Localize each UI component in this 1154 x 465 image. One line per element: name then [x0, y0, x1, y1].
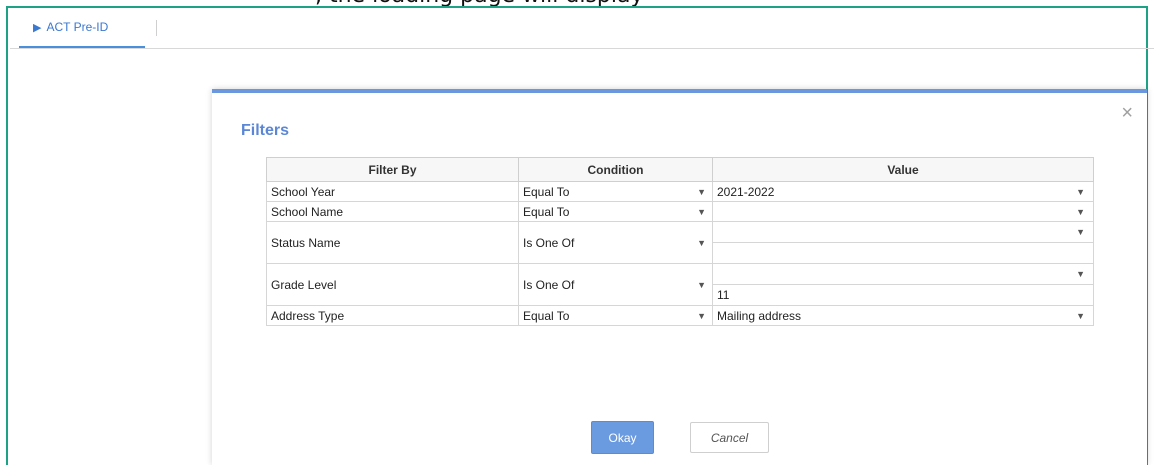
table-header-row: Filter By Condition Value [266, 157, 1094, 182]
condition-select[interactable]: Equal To ▼ [518, 201, 713, 222]
condition-value: Is One Of [523, 235, 575, 250]
caret-down-icon[interactable]: ▼ [697, 279, 706, 291]
cancel-button[interactable]: Cancel [690, 422, 769, 453]
condition-select[interactable]: Equal To ▼ [518, 305, 713, 326]
caret-down-icon[interactable]: ▼ [1076, 310, 1085, 322]
caret-down-icon[interactable]: ▼ [697, 186, 706, 198]
table-row: Address Type Equal To ▼ Mailing address ▼ [266, 305, 1094, 326]
filter-name: Address Type [266, 305, 519, 326]
multiselect-input[interactable]: ▼ [713, 264, 1093, 285]
okay-button[interactable]: Okay [591, 421, 654, 454]
filter-name: Status Name [266, 221, 519, 264]
condition-select[interactable]: Is One Of ▼ [518, 263, 713, 306]
selected-values [713, 243, 1093, 263]
table-row: School Year Equal To ▼ 2021-2022 ▼ [266, 181, 1094, 202]
filters-modal: × Filters Filter By Condition Value Scho… [212, 89, 1147, 465]
filter-name: Grade Level [266, 263, 519, 306]
condition-value: Is One Of [523, 277, 575, 292]
caret-down-icon[interactable]: ▼ [697, 206, 706, 218]
column-header-condition: Condition [518, 157, 713, 182]
filters-table: Filter By Condition Value School Year Eq… [266, 157, 1094, 326]
filter-name: School Year [266, 181, 519, 202]
value-multiselect[interactable]: ▼ 11 [712, 263, 1094, 306]
selected-values: 11 [717, 288, 730, 302]
condition-select[interactable]: Is One Of ▼ [518, 221, 713, 264]
column-header-value: Value [712, 157, 1094, 182]
multiselect-input[interactable]: ▼ [713, 222, 1093, 243]
tab-act-pre-id[interactable]: ▶ ACT Pre-ID [19, 8, 145, 48]
filter-name: School Name [266, 201, 519, 222]
condition-select[interactable]: Equal To ▼ [518, 181, 713, 202]
value-select[interactable]: Mailing address ▼ [712, 305, 1094, 326]
table-row: Grade Level Is One Of ▼ ▼ 11 [266, 263, 1094, 306]
column-header-filter-by: Filter By [266, 157, 519, 182]
table-row: School Name Equal To ▼ ▼ [266, 201, 1094, 222]
table-row: Status Name Is One Of ▼ ▼ [266, 221, 1094, 264]
condition-value: Equal To [523, 204, 570, 219]
caret-down-icon[interactable]: ▼ [697, 310, 706, 322]
condition-value: Equal To [523, 184, 570, 199]
value-multiselect[interactable]: ▼ [712, 221, 1094, 264]
value-select[interactable]: 2021-2022 ▼ [712, 181, 1094, 202]
caret-down-icon[interactable]: ▼ [1076, 226, 1085, 238]
value-select[interactable]: ▼ [712, 201, 1094, 222]
caret-down-icon[interactable]: ▼ [1076, 268, 1085, 280]
caret-down-icon[interactable]: ▼ [1076, 206, 1085, 218]
value-text: Mailing address [717, 308, 802, 323]
tab-bar: ▶ ACT Pre-ID [10, 8, 1154, 49]
condition-value: Equal To [523, 308, 570, 323]
tab-divider [156, 20, 157, 36]
tab-label: ACT Pre-ID [46, 20, 109, 34]
play-icon: ▶ [33, 21, 42, 34]
close-icon[interactable]: × [1121, 103, 1133, 123]
modal-title: Filters [241, 122, 290, 139]
caret-down-icon[interactable]: ▼ [697, 237, 706, 249]
caret-down-icon[interactable]: ▼ [1076, 186, 1085, 198]
value-text: 2021-2022 [717, 184, 775, 199]
